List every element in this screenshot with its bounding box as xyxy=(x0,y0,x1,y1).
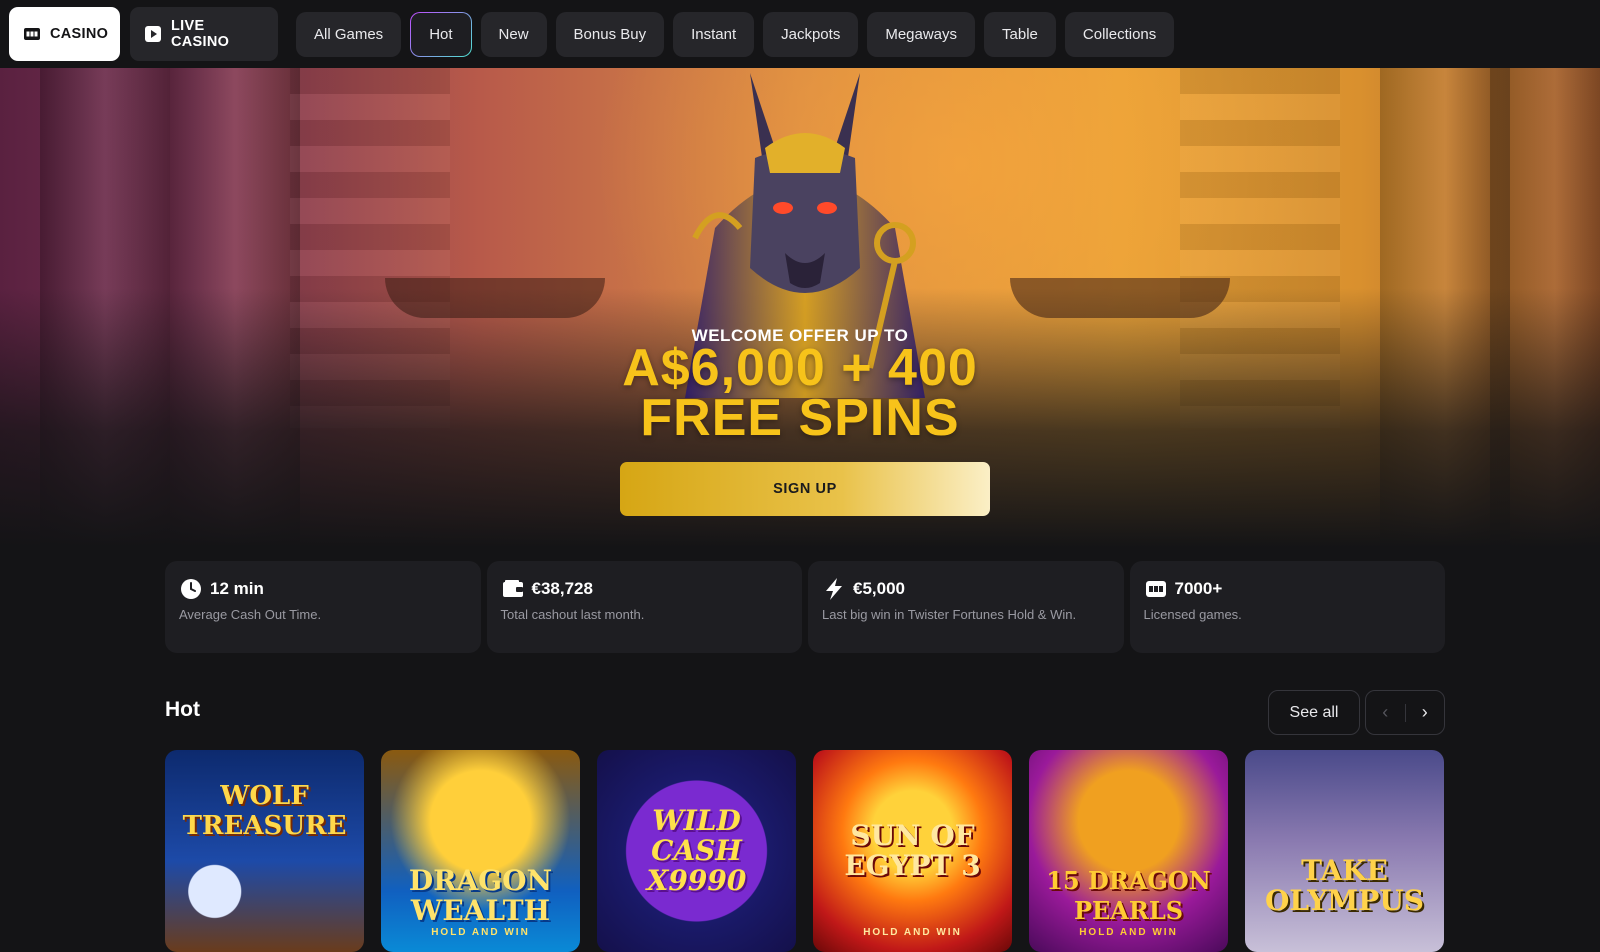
fire-bowl xyxy=(385,278,605,318)
stats-row: 12 min Average Cash Out Time. €38,728 To… xyxy=(165,561,1445,653)
play-icon xyxy=(144,25,162,43)
slot-machine-icon xyxy=(1144,577,1168,601)
live-casino-mode-button[interactable]: LIVE CASINO xyxy=(130,7,278,61)
tab-all-games[interactable]: All Games xyxy=(296,11,402,57)
game-tile-dragon-wealth[interactable]: Dragon Wealth HOLD AND WIN xyxy=(381,750,580,952)
temple-pillar xyxy=(40,68,170,548)
chevron-right-icon[interactable]: › xyxy=(1405,690,1444,735)
sign-up-button[interactable]: SIGN UP xyxy=(620,462,990,516)
tab-megaways[interactable]: Megaways xyxy=(867,11,976,57)
tab-instant[interactable]: Instant xyxy=(673,11,755,57)
stat-label: Average Cash Out Time. xyxy=(179,607,322,622)
stat-label: Licensed games. xyxy=(1143,607,1242,622)
section-title-hot: Hot xyxy=(165,698,200,721)
tab-jackpots[interactable]: Jackpots xyxy=(763,11,859,57)
slot-machine-icon xyxy=(23,25,41,43)
stat-card: €38,728 Total cashout last month. xyxy=(486,561,802,653)
see-all-button[interactable]: See all xyxy=(1268,690,1360,735)
stat-value: 7000+ xyxy=(1174,579,1223,598)
game-title: Wild Cash x9990 xyxy=(646,804,747,897)
game-tile-15-dragon-pearls[interactable]: 15 Dragon Pearls HOLD AND WIN xyxy=(1029,750,1228,952)
casino-mode-label: CASINO xyxy=(50,26,109,42)
stat-card: 12 min Average Cash Out Time. xyxy=(165,561,481,653)
fire-bowl xyxy=(1010,278,1230,318)
game-subtitle: HOLD AND WIN xyxy=(863,927,962,938)
hero-banner: WELCOME OFFER UP TO A$6,000 + 400 FREE S… xyxy=(0,68,1600,548)
live-casino-mode-label: LIVE CASINO xyxy=(171,18,230,50)
tab-bonus-buy[interactable]: Bonus Buy xyxy=(555,11,665,57)
game-title: Dragon Wealth xyxy=(408,864,553,927)
game-tile-take-olympus[interactable]: Take Olympus xyxy=(1245,750,1444,952)
game-tile-sun-of-egypt-3[interactable]: Sun of Egypt 3 HOLD AND WIN xyxy=(813,750,1012,952)
stat-value: €38,728 xyxy=(531,579,593,598)
tab-collections[interactable]: Collections xyxy=(1064,11,1175,57)
stat-value: €5,000 xyxy=(853,579,905,598)
temple-pillar xyxy=(170,68,300,548)
game-title: Sun of Egypt 3 xyxy=(844,819,981,882)
stat-value: 12 min xyxy=(210,579,264,598)
temple-pillar xyxy=(1490,68,1600,548)
wallet-icon xyxy=(501,577,525,601)
tab-hot[interactable]: Hot xyxy=(410,12,471,57)
top-navigation: CASINO LIVE CASINO All Games Hot New Bon… xyxy=(0,0,1600,68)
hot-games-carousel: Wolf Treasure Dragon Wealth HOLD AND WIN… xyxy=(165,750,1444,952)
game-title: 15 Dragon Pearls xyxy=(1046,866,1211,925)
category-tabs: All Games Hot New Bonus Buy Instant Jack… xyxy=(296,11,1183,57)
stat-card: €5,000 Last big win in Twister Fortunes … xyxy=(808,561,1124,653)
offer-amount-line: A$6,000 + 400 xyxy=(622,339,978,397)
chevron-left-icon[interactable]: ‹ xyxy=(1366,690,1405,735)
game-tile-wolf-treasure[interactable]: Wolf Treasure xyxy=(165,750,364,952)
stat-label: Last big win in Twister Fortunes Hold & … xyxy=(822,607,1077,622)
game-subtitle: HOLD AND WIN xyxy=(431,927,530,938)
game-title: Wolf Treasure xyxy=(182,781,347,841)
tab-new[interactable]: New xyxy=(480,11,547,57)
lightning-icon xyxy=(822,577,846,601)
carousel-arrows: ‹ › xyxy=(1365,690,1445,735)
tab-table[interactable]: Table xyxy=(984,11,1056,57)
game-title: Take Olympus xyxy=(1265,854,1424,917)
stat-label: Total cashout last month. xyxy=(500,607,645,622)
welcome-offer-amount: A$6,000 + 400 FREE SPINS xyxy=(0,339,1600,447)
game-subtitle: HOLD AND WIN xyxy=(1079,927,1178,938)
casino-mode-button[interactable]: CASINO xyxy=(9,7,120,61)
offer-spins-line: FREE SPINS xyxy=(640,389,960,447)
clock-icon xyxy=(179,577,203,601)
stat-card: 7000+ Licensed games. xyxy=(1129,561,1445,653)
game-tile-wild-cash[interactable]: Wild Cash x9990 xyxy=(597,750,796,952)
